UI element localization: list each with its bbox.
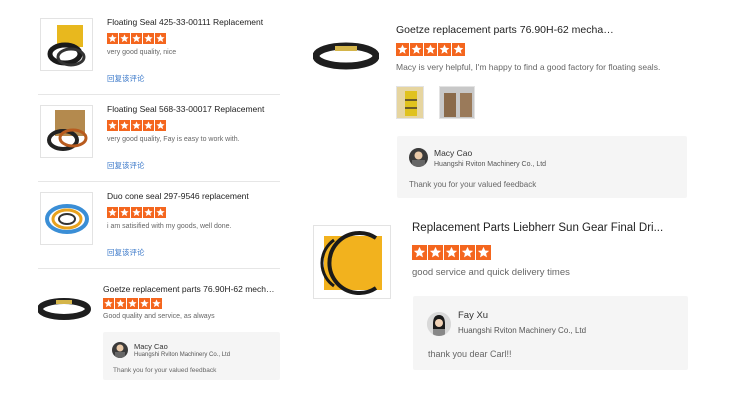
- reply-author: Macy Cao: [134, 342, 168, 351]
- seller-reply: Macy Cao Huangshi Rviton Machinery Co., …: [103, 332, 280, 380]
- star-icon: [151, 298, 162, 309]
- star-icon: [155, 207, 166, 218]
- star-rating: [107, 207, 166, 218]
- review-title[interactable]: Replacement Parts Liebherr Sun Gear Fina…: [412, 222, 672, 234]
- photo-icon: [440, 87, 474, 118]
- floating-seal-product-icon: [47, 25, 86, 67]
- photo-icon: [397, 87, 423, 118]
- reply-link[interactable]: 回复该评论: [107, 247, 145, 258]
- reply-text: thank you dear Carl!!: [428, 349, 512, 359]
- review-title[interactable]: Floating Seal 425-33-00111 Replacement: [107, 17, 277, 27]
- avatar: [112, 342, 128, 358]
- star-icon: [107, 33, 118, 44]
- star-rating: [396, 43, 465, 56]
- reply-link[interactable]: 回复该评论: [107, 160, 145, 171]
- avatar-icon: [115, 344, 125, 358]
- review-title[interactable]: Duo cone seal 297-9546 replacement: [107, 191, 277, 201]
- reply-text: Thank you for your valued feedback: [409, 180, 537, 189]
- divider: [38, 268, 280, 269]
- star-icon: [412, 245, 427, 260]
- reply-author: Macy Cao: [434, 148, 473, 158]
- divider: [38, 181, 280, 182]
- product-thumbnail[interactable]: [313, 225, 391, 299]
- floating-seal-product-icon: [45, 204, 89, 234]
- avatar: [409, 148, 428, 167]
- star-icon: [131, 120, 142, 131]
- avatar-icon: [412, 151, 425, 167]
- star-icon: [131, 207, 142, 218]
- review-title[interactable]: Floating Seal 568-33-00017 Replacement: [107, 104, 277, 114]
- star-rating: [103, 298, 162, 309]
- avatar: [427, 312, 451, 336]
- star-icon: [115, 298, 126, 309]
- star-icon: [452, 43, 465, 56]
- reply-company: Huangshi Rviton Machinery Co., Ltd: [434, 161, 547, 168]
- avatar-icon: [427, 312, 451, 336]
- star-rating: [412, 245, 491, 260]
- star-icon: [119, 33, 130, 44]
- reply-company: Huangshi Rviton Machinery Co., Ltd: [458, 326, 587, 335]
- product-thumbnail[interactable]: [40, 105, 93, 158]
- star-icon: [107, 120, 118, 131]
- star-icon: [119, 207, 130, 218]
- review-comment: Macy is very helpful, I'm happy to find …: [396, 62, 661, 72]
- review-comment: Good quality and service, as always: [103, 313, 215, 320]
- product-thumbnail[interactable]: [38, 283, 91, 336]
- product-thumbnail[interactable]: [40, 18, 93, 71]
- star-rating: [107, 33, 166, 44]
- review-photo[interactable]: [439, 86, 475, 119]
- star-icon: [143, 207, 154, 218]
- reply-text: Thank you for your valued feedback: [113, 367, 217, 374]
- star-icon: [424, 43, 437, 56]
- star-icon: [143, 120, 154, 131]
- review-comment: i am satisified with my goods, well done…: [107, 223, 232, 230]
- star-icon: [119, 120, 130, 131]
- product-thumbnail[interactable]: [40, 192, 93, 245]
- star-icon: [131, 33, 142, 44]
- divider: [38, 94, 280, 95]
- star-icon: [438, 43, 451, 56]
- star-icon: [107, 207, 118, 218]
- floating-seal-product-icon: [320, 231, 382, 295]
- seller-reply: Macy Cao Huangshi Rviton Machinery Co., …: [397, 136, 687, 198]
- product-thumbnail[interactable]: [313, 20, 379, 86]
- star-icon: [396, 43, 409, 56]
- reply-company: Huangshi Rviton Machinery Co., Ltd: [134, 352, 231, 358]
- star-icon: [139, 298, 150, 309]
- star-icon: [155, 33, 166, 44]
- seller-reply: Fay Xu Huangshi Rviton Machinery Co., Lt…: [413, 296, 688, 370]
- floating-seal-product-icon: [47, 110, 88, 151]
- star-icon: [103, 298, 114, 309]
- review-title[interactable]: Goetze replacement parts 76.90H-62 mecha…: [396, 24, 616, 36]
- star-icon: [444, 245, 459, 260]
- star-icon: [428, 245, 443, 260]
- floating-seal-product-icon: [313, 42, 379, 70]
- star-icon: [127, 298, 138, 309]
- review-comment: very good quality, nice: [107, 49, 177, 56]
- star-icon: [155, 120, 166, 131]
- reply-link[interactable]: 回复该评论: [107, 73, 145, 84]
- review-photo[interactable]: [396, 86, 424, 119]
- review-comment: good service and quick delivery times: [412, 267, 570, 278]
- floating-seal-product-icon: [38, 298, 91, 320]
- star-rating: [107, 120, 166, 131]
- star-icon: [410, 43, 423, 56]
- star-icon: [460, 245, 475, 260]
- review-title[interactable]: Goetze replacement parts 76.90H-62 mecha…: [103, 284, 275, 294]
- review-comment: very good quality, Fay is easy to work w…: [107, 136, 240, 143]
- star-icon: [143, 33, 154, 44]
- reply-author: Fay Xu: [458, 310, 489, 321]
- star-icon: [476, 245, 491, 260]
